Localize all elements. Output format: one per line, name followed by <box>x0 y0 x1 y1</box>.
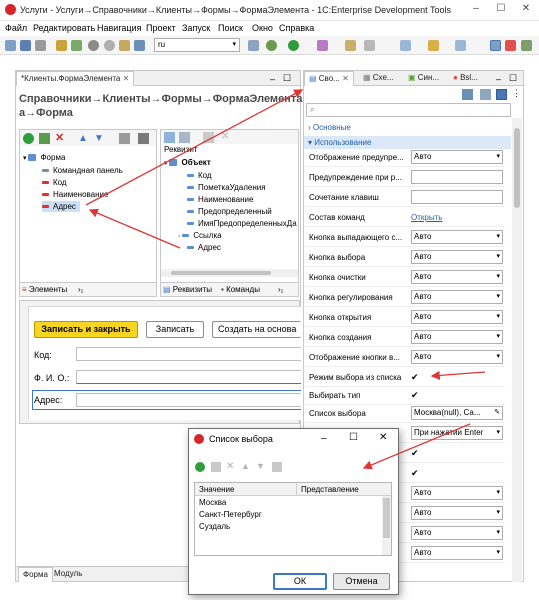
arrow-to-dialog <box>362 423 471 470</box>
arrow-to-properties <box>85 89 304 206</box>
arrow-to-list-mode <box>430 370 486 380</box>
arrow-address-attribute <box>88 208 181 249</box>
annotation-arrows <box>85 89 486 470</box>
